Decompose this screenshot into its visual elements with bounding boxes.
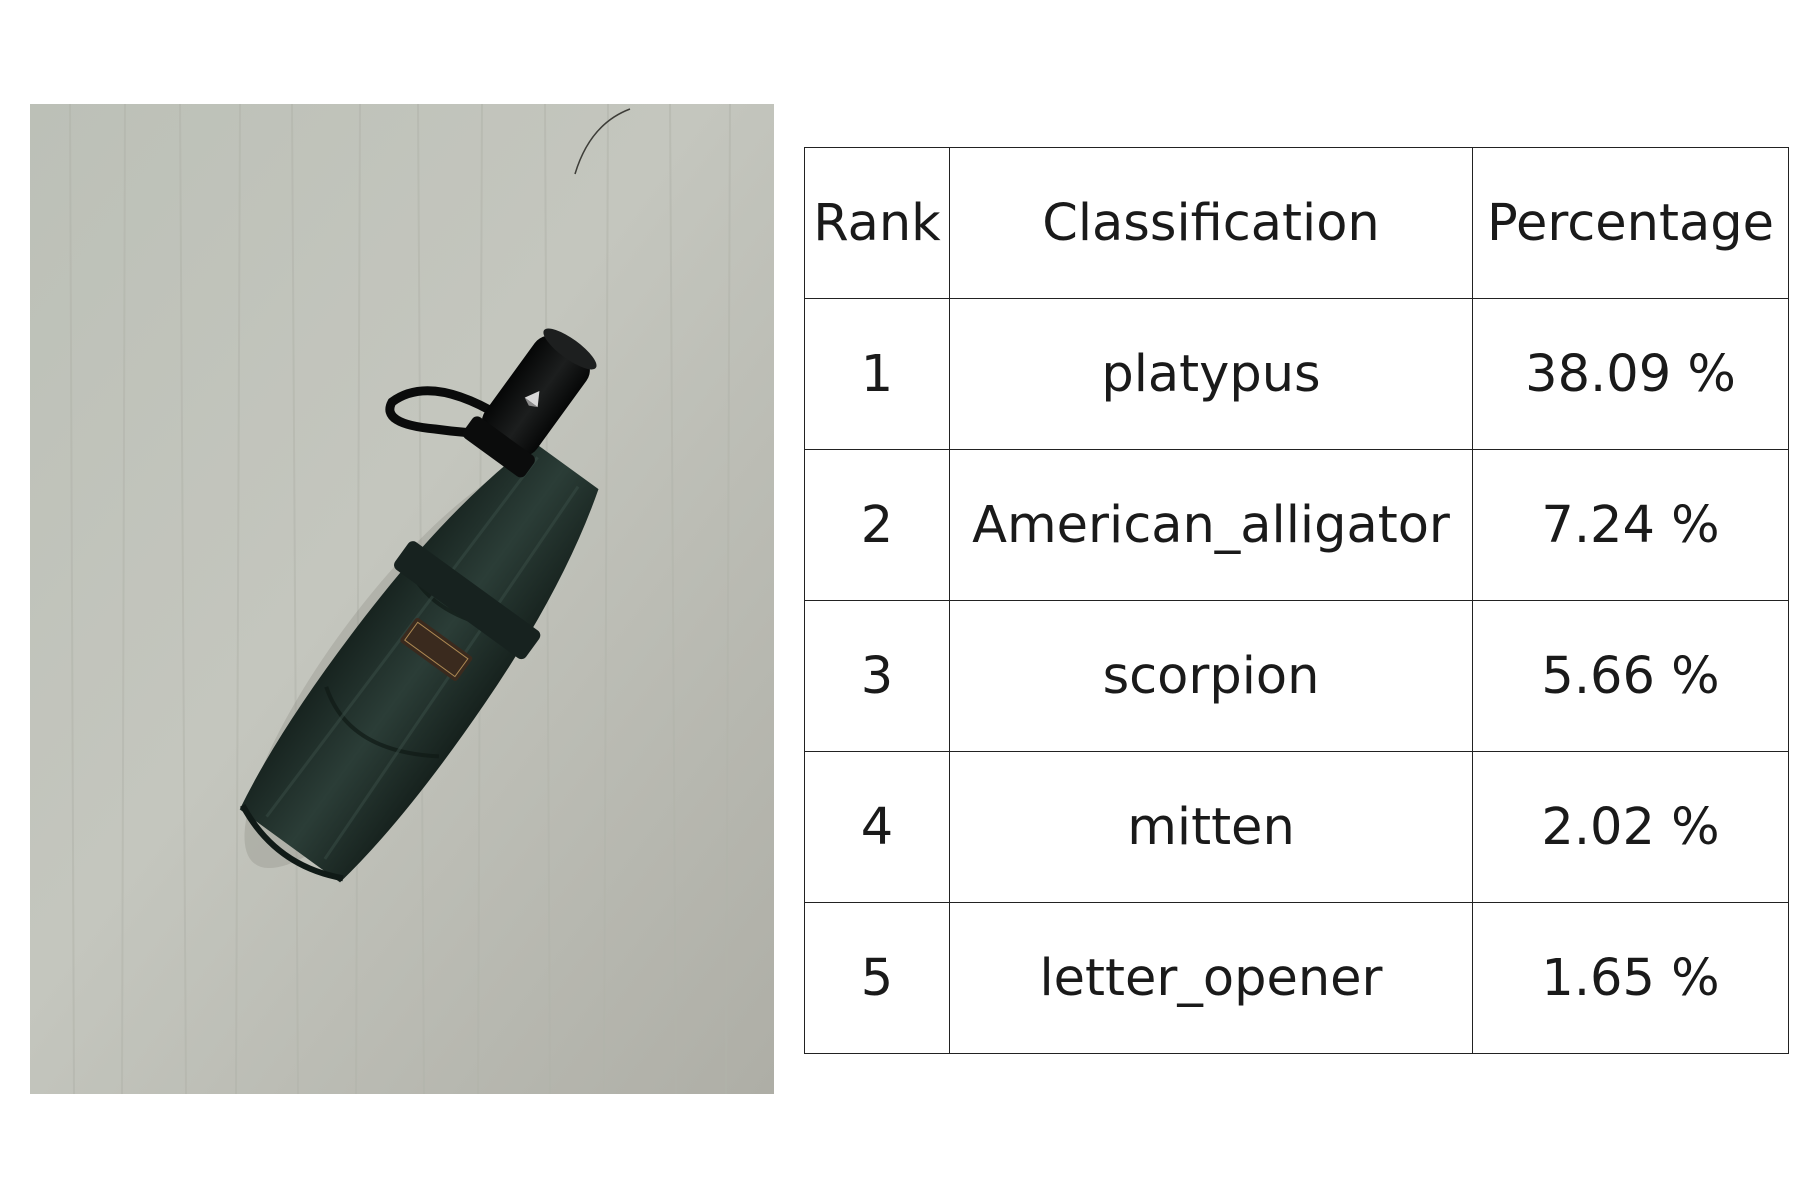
table-row: 2 American_alligator 7.24 % xyxy=(804,449,1789,601)
percentage-cell: 1.65 % xyxy=(1472,902,1789,1054)
table-row: 1 platypus 38.09 % xyxy=(804,298,1789,450)
percentage-cell: 2.02 % xyxy=(1472,751,1789,903)
percentage-cell: 7.24 % xyxy=(1472,449,1789,601)
rank-cell: 1 xyxy=(804,298,950,450)
rank-cell: 3 xyxy=(804,600,950,752)
table-row: 5 letter_opener 1.65 % xyxy=(804,902,1789,1054)
table-row: 4 mitten 2.02 % xyxy=(804,751,1789,903)
classification-header: Classification xyxy=(949,147,1473,299)
umbrella-photo xyxy=(30,104,774,1094)
classification-cell: American_alligator xyxy=(949,449,1473,601)
table-header-row: Rank Classification Percentage xyxy=(804,147,1789,299)
rank-cell: 5 xyxy=(804,902,950,1054)
classification-cell: letter_opener xyxy=(949,902,1473,1054)
classification-cell: mitten xyxy=(949,751,1473,903)
rank-cell: 4 xyxy=(804,751,950,903)
rank-header: Rank xyxy=(804,147,950,299)
classification-results-table: Rank Classification Percentage 1 platypu… xyxy=(804,147,1789,1054)
percentage-cell: 38.09 % xyxy=(1472,298,1789,450)
table-row: 3 scorpion 5.66 % xyxy=(804,600,1789,752)
rank-cell: 2 xyxy=(804,449,950,601)
classification-cell: platypus xyxy=(949,298,1473,450)
classification-cell: scorpion xyxy=(949,600,1473,752)
percentage-header: Percentage xyxy=(1472,147,1789,299)
percentage-cell: 5.66 % xyxy=(1472,600,1789,752)
